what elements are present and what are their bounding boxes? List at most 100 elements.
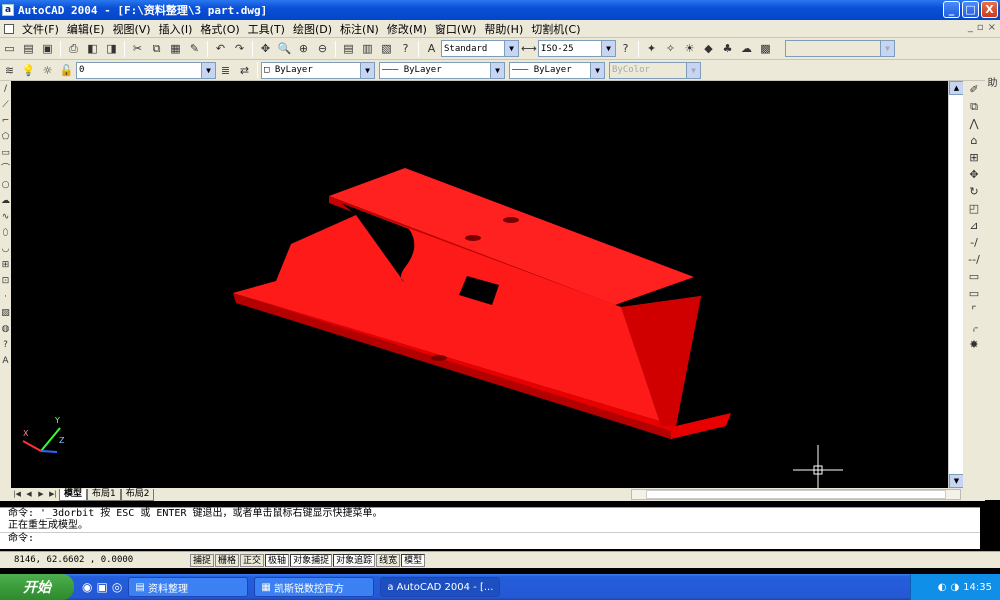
revcloud-icon[interactable]: ☁	[0, 193, 11, 209]
preview-icon[interactable]: ◧	[85, 41, 100, 56]
scroll-down-icon[interactable]: ▼	[949, 474, 964, 488]
copy-icon[interactable]: ⧉	[149, 41, 164, 56]
render-icon[interactable]: ✦	[644, 41, 659, 56]
break-icon[interactable]: ▭	[963, 268, 985, 285]
toggle-snap[interactable]: 捕捉	[190, 553, 215, 567]
maximize-button[interactable]: □	[962, 1, 979, 18]
layer-previous-icon[interactable]: ⇄	[237, 63, 252, 78]
menu-window[interactable]: 窗口(W)	[431, 21, 480, 37]
document-icon[interactable]	[4, 23, 14, 34]
ellipse-arc-icon[interactable]: ◡	[0, 241, 11, 257]
insert-block-icon[interactable]: ⊞	[0, 257, 11, 273]
help-icon[interactable]: ?	[398, 41, 413, 56]
offset-icon[interactable]: ⌂	[963, 132, 985, 149]
mtext-icon[interactable]: A	[0, 353, 11, 369]
scene-icon[interactable]: ✧	[663, 41, 678, 56]
move-icon[interactable]: ✥	[963, 166, 985, 183]
light-icon[interactable]: ☀	[682, 41, 697, 56]
landscape-icon[interactable]: ♣	[720, 41, 735, 56]
chamfer-icon[interactable]: ⌜	[963, 302, 985, 319]
task-folder[interactable]: ▤ 资料整理	[128, 577, 249, 597]
text-style-icon[interactable]: A	[424, 41, 439, 56]
spline-icon[interactable]: ∿	[0, 209, 11, 225]
copy-object-icon[interactable]: ⧉	[963, 98, 985, 115]
hscroll-thumb[interactable]	[646, 490, 946, 499]
menu-modify[interactable]: 修改(M)	[383, 21, 431, 37]
menu-insert[interactable]: 插入(I)	[155, 21, 197, 37]
drawing-canvas[interactable]: Y X Z	[11, 81, 948, 488]
layer-select[interactable]: 0 ▼	[76, 61, 216, 79]
tray-icon[interactable]: ◐	[938, 582, 947, 593]
menu-cutter[interactable]: 切割机(C)	[527, 21, 584, 37]
erase-icon[interactable]: ✐	[963, 81, 985, 98]
linetype-select[interactable]: ——— ByLayer ▼	[379, 61, 505, 79]
pan-icon[interactable]: ✥	[258, 41, 273, 56]
ellipse-icon[interactable]: ⬯	[0, 225, 11, 241]
circle-icon[interactable]: ○	[0, 177, 11, 193]
chevron-down-icon[interactable]: ▼	[590, 62, 604, 78]
dim-style-select[interactable]: ISO-25 ▼	[538, 40, 616, 57]
extend-icon[interactable]: --/	[963, 251, 985, 268]
menu-file[interactable]: 文件(F)	[18, 21, 63, 37]
last-tab-icon[interactable]: ▶|	[47, 489, 59, 500]
task-browser[interactable]: ▦ 凯斯锐数控官方	[254, 577, 375, 597]
polygon-icon[interactable]: ⬠	[0, 129, 11, 145]
tab-layout1[interactable]: 布局1	[87, 488, 121, 501]
print-icon[interactable]: ⎙	[66, 41, 81, 56]
scroll-up-icon[interactable]: ▲	[949, 81, 964, 95]
start-button[interactable]: 开始	[0, 574, 74, 600]
zoom-window-icon[interactable]: ⊕	[296, 41, 311, 56]
task-autocad[interactable]: a AutoCAD 2004 - [...	[380, 577, 501, 597]
doc-restore-icon[interactable]: ▫	[977, 22, 984, 33]
next-tab-icon[interactable]: ▶	[35, 489, 47, 500]
lineweight-select[interactable]: ——— ByLayer ▼	[509, 61, 605, 79]
save-icon[interactable]: ▣	[40, 41, 55, 56]
toggle-ortho[interactable]: 正交	[240, 553, 265, 567]
background-icon[interactable]: ▩	[758, 41, 773, 56]
clock[interactable]: 14:35	[963, 582, 992, 593]
minimize-button[interactable]: _	[943, 1, 960, 18]
region-icon[interactable]: ◍	[0, 321, 11, 337]
chevron-down-icon[interactable]: ▼	[880, 41, 894, 56]
make-block-icon[interactable]: ⊡	[0, 273, 11, 289]
layer-manager-icon[interactable]: ≋	[2, 63, 17, 78]
menu-view[interactable]: 视图(V)	[108, 21, 154, 37]
command-input[interactable]: 命令:	[0, 532, 980, 544]
menu-draw[interactable]: 绘图(D)	[289, 21, 336, 37]
cut-icon[interactable]: ✂	[130, 41, 145, 56]
tool-palettes-icon[interactable]: ▧	[379, 41, 394, 56]
coordinate-readout[interactable]: 8146, 62.6602 , 0.0000	[0, 555, 190, 565]
first-tab-icon[interactable]: |◀	[11, 489, 23, 500]
new-file-icon[interactable]: ▭	[2, 41, 17, 56]
plotstyle-select[interactable]: ByColor ▼	[609, 61, 701, 79]
array-icon[interactable]: ⊞	[963, 149, 985, 166]
rotate-icon[interactable]: ↻	[963, 183, 985, 200]
doc-close-icon[interactable]: ×	[988, 22, 996, 33]
join-icon[interactable]: ▭	[963, 285, 985, 302]
tray-icon[interactable]: ◑	[950, 582, 959, 593]
doc-minimize-icon[interactable]: _	[968, 22, 973, 33]
match-properties-icon[interactable]: ✎	[187, 41, 202, 56]
command-window[interactable]: 命令: '_3dorbit 按 ESC 或 ENTER 键退出，或者单击鼠标右键…	[0, 507, 980, 549]
autocad-app-icon[interactable]: a	[2, 4, 14, 16]
menu-tools[interactable]: 工具(T)	[244, 21, 289, 37]
help-icon[interactable]: ?	[618, 41, 633, 56]
open-file-icon[interactable]: ▤	[21, 41, 36, 56]
table-icon[interactable]: ?	[0, 337, 11, 353]
dim-style-icon[interactable]: ⟷	[521, 41, 537, 56]
zoom-previous-icon[interactable]: ⊖	[315, 41, 330, 56]
line-icon[interactable]: /	[0, 81, 11, 97]
layer-lock-icon[interactable]: 🔓	[59, 63, 74, 78]
menu-dimension[interactable]: 标注(N)	[336, 21, 383, 37]
fillet-icon[interactable]: ⌌	[963, 319, 985, 336]
layer-freeze-icon[interactable]: ☼	[40, 63, 55, 78]
tab-model[interactable]: 模型	[59, 488, 88, 501]
prev-tab-icon[interactable]: ◀	[23, 489, 35, 500]
scroll-thumb[interactable]	[949, 95, 963, 475]
redo-icon[interactable]: ↷	[232, 41, 247, 56]
stretch-icon[interactable]: ⊿	[963, 217, 985, 234]
material-icon[interactable]: ◆	[701, 41, 716, 56]
properties-icon[interactable]: ▤	[341, 41, 356, 56]
toggle-otrack[interactable]: 对象追踪	[333, 553, 376, 567]
chevron-down-icon[interactable]: ▼	[360, 62, 374, 78]
